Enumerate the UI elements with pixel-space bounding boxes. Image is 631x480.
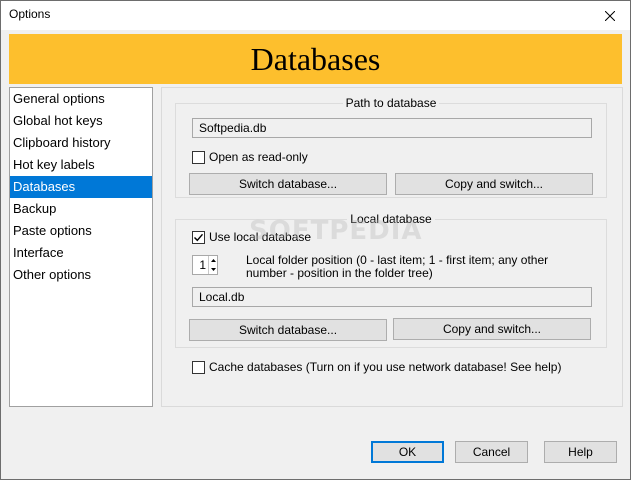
path-to-database-group: Path to database Softpedia.db Open as re… <box>175 96 607 198</box>
settings-panel: Path to database Softpedia.db Open as re… <box>161 87 623 407</box>
copy-and-switch-button[interactable]: Copy and switch... <box>395 173 593 195</box>
cache-databases-checkbox[interactable] <box>192 360 205 374</box>
checkmark-icon <box>194 233 204 241</box>
nav-item-global-hot-keys[interactable]: Global hot keys <box>10 110 152 132</box>
local-database-group: Local database Use local database 1 Loca… <box>175 212 607 348</box>
close-icon <box>605 10 615 21</box>
folder-position-spinner[interactable]: 1 <box>192 255 218 275</box>
folder-position-value: 1 <box>199 258 206 272</box>
local-switch-database-button[interactable]: Switch database... <box>189 319 387 341</box>
readonly-checkbox-row[interactable]: Open as read-only <box>192 150 308 164</box>
nav-item-general-options[interactable]: General options <box>10 88 152 110</box>
window-title: Options <box>9 7 51 21</box>
use-local-label: Use local database <box>209 230 312 244</box>
options-window: Options Databases General options Global… <box>0 0 631 480</box>
page-banner: Databases <box>9 34 622 84</box>
switch-database-button[interactable]: Switch database... <box>189 173 387 195</box>
database-path-field[interactable]: Softpedia.db <box>192 118 592 138</box>
spin-down-icon[interactable] <box>209 265 217 274</box>
nav-item-paste-options[interactable]: Paste options <box>10 220 152 242</box>
readonly-label: Open as read-only <box>209 150 308 164</box>
path-group-title: Path to database <box>342 96 440 110</box>
options-nav-list[interactable]: General options Global hot keys Clipboar… <box>9 87 153 407</box>
cache-databases-label: Cache databases (Turn on if you use netw… <box>209 360 562 374</box>
local-copy-and-switch-button[interactable]: Copy and switch... <box>393 318 591 340</box>
nav-item-databases[interactable]: Databases <box>10 176 152 198</box>
readonly-checkbox[interactable] <box>192 150 205 164</box>
use-local-checkbox[interactable] <box>192 230 205 244</box>
local-group-title: Local database <box>347 212 435 226</box>
title-bar: Options <box>1 1 630 30</box>
nav-item-backup[interactable]: Backup <box>10 198 152 220</box>
ok-button[interactable]: OK <box>371 441 444 463</box>
folder-position-description: Local folder position (0 - last item; 1 … <box>246 253 549 280</box>
spin-up-icon[interactable] <box>209 256 217 265</box>
cache-databases-row[interactable]: Cache databases (Turn on if you use netw… <box>192 360 561 374</box>
help-button[interactable]: Help <box>544 441 617 463</box>
local-database-path-field[interactable]: Local.db <box>192 287 592 307</box>
nav-item-clipboard-history[interactable]: Clipboard history <box>10 132 152 154</box>
use-local-checkbox-row[interactable]: Use local database <box>192 230 311 244</box>
cancel-button[interactable]: Cancel <box>455 441 528 463</box>
nav-item-other-options[interactable]: Other options <box>10 264 152 286</box>
close-button[interactable] <box>590 1 630 30</box>
nav-item-interface[interactable]: Interface <box>10 242 152 264</box>
nav-item-hot-key-labels[interactable]: Hot key labels <box>10 154 152 176</box>
